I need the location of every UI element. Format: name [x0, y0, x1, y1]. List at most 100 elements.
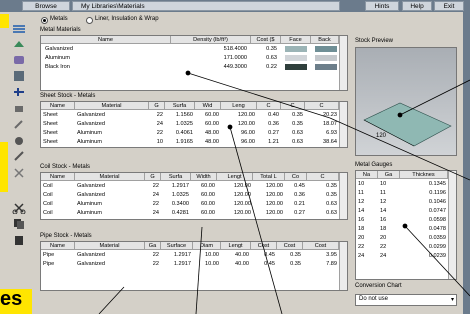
metal-gauges-table: Na Ga Thicknes 10 10 0.1345 11 11 0.1196 12 12 0.10… — [355, 170, 457, 280]
col-density[interactable]: Density (lb/ft³) — [171, 36, 251, 44]
column-header[interactable]: C — [305, 102, 339, 110]
column-header[interactable]: C — [281, 102, 305, 110]
column-header[interactable]: Surfa — [161, 173, 191, 181]
table-row[interactable]: 10 10 0.1345 — [356, 180, 456, 188]
link-icon[interactable] — [12, 86, 26, 98]
column-header[interactable]: Diam — [193, 242, 221, 250]
table-row[interactable]: 20 20 0.0359 — [356, 234, 456, 242]
face-swatch[interactable] — [285, 64, 307, 70]
column-header[interactable]: Ga — [378, 171, 400, 179]
table-row[interactable]: 18 18 0.0478 — [356, 225, 456, 233]
table-row[interactable]: Pipe Galvanized 22 1.2917 10.00 40.00 0.45 0.35… — [41, 260, 347, 268]
tool-column — [9, 18, 31, 245]
table-cell: 0.63 — [292, 139, 303, 145]
table-row[interactable]: Coil Aluminum 24 0.4281 60.00 120.00 120.00 0.2… — [41, 209, 347, 217]
sheet-stock-title: Sheet Stock - Metals — [40, 93, 96, 99]
face-swatch[interactable] — [285, 55, 307, 61]
table-row[interactable]: Coil Galvanized 24 1.0325 60.00 120.00 120.00 0… — [41, 191, 347, 199]
help-button[interactable]: Help — [402, 1, 432, 11]
back-swatch[interactable] — [315, 46, 337, 52]
table-row[interactable]: Sheet Galvanized 24 1.0325 60.00 120.00 0.36 0.… — [41, 120, 347, 128]
col-back[interactable]: Back — [311, 36, 339, 44]
table-row[interactable]: 22 22 0.0299 — [356, 243, 456, 251]
pen-icon[interactable] — [12, 150, 26, 162]
hints-button[interactable]: Hints — [365, 1, 399, 11]
column-header[interactable]: Wid — [195, 102, 221, 110]
column-header[interactable]: Ga — [145, 242, 161, 250]
column-header[interactable]: C — [257, 102, 281, 110]
table-cell: Pipe — [43, 252, 55, 258]
fitting-icon[interactable] — [12, 54, 26, 66]
liner-radio[interactable] — [86, 17, 93, 24]
column-header[interactable]: Width — [191, 173, 217, 181]
table-row[interactable]: Coil Galvanized 22 1.2917 60.00 120.00 120.00 0… — [41, 182, 347, 190]
metals-radio[interactable] — [41, 17, 48, 24]
table-row[interactable]: Pipe Galvanized 22 1.2917 10.00 40.00 0.45 0.35… — [41, 251, 347, 259]
col-cost[interactable]: Cost ($ — [251, 36, 281, 44]
hand-icon[interactable] — [12, 102, 26, 114]
table-row[interactable]: Black Iron 449.3000 0.22 — [41, 63, 347, 71]
column-header[interactable]: Name — [41, 173, 75, 181]
table-row[interactable]: Sheet Aluminum 10 1.9165 48.00 96.00 1.21 0.63 3… — [41, 138, 347, 146]
table-cell: 20.23 — [323, 112, 337, 118]
copy-icon[interactable] — [12, 218, 26, 230]
column-header[interactable]: Thicknes — [400, 171, 448, 179]
scissors-icon[interactable] — [12, 202, 26, 214]
column-header[interactable]: G — [149, 102, 165, 110]
table-cell: 10.00 — [205, 252, 219, 258]
column-header[interactable]: Na — [356, 171, 378, 179]
col-face[interactable]: Face — [281, 36, 311, 44]
column-header[interactable]: G — [145, 173, 161, 181]
table-cell: 24 — [156, 121, 163, 127]
column-header[interactable]: Material — [75, 173, 145, 181]
column-header[interactable]: C — [307, 173, 339, 181]
stack-icon[interactable] — [12, 22, 26, 34]
conversion-select[interactable]: Do not use ▾ — [355, 294, 457, 306]
column-header[interactable]: Lengt — [217, 173, 253, 181]
back-swatch[interactable] — [315, 55, 337, 61]
table-row[interactable]: 24 24 0.0239 — [356, 252, 456, 260]
column-header[interactable]: Co — [285, 173, 307, 181]
column-header[interactable]: Material — [75, 242, 145, 250]
table-cell: Coil — [43, 183, 53, 189]
scrollbar[interactable] — [339, 36, 347, 90]
column-header[interactable]: Cost — [251, 242, 277, 250]
face-swatch[interactable] — [285, 46, 307, 52]
column-header[interactable]: Lengt — [221, 242, 251, 250]
column-header[interactable]: Material — [75, 102, 149, 110]
column-header[interactable]: Surface — [161, 242, 193, 250]
table-row[interactable]: Galvanized 518.4000 0.35 — [41, 45, 347, 53]
column-header[interactable]: Cost — [303, 242, 339, 250]
table-row[interactable]: 14 14 0.0747 — [356, 207, 456, 215]
table-row[interactable]: Sheet Aluminum 22 0.4061 48.00 96.00 0.27 0.63 6… — [41, 129, 347, 137]
column-header[interactable]: Total L — [253, 173, 285, 181]
exit-button[interactable]: Exit — [434, 1, 464, 11]
browse-button[interactable]: Browse — [22, 1, 70, 11]
table-row[interactable]: 11 11 0.1196 — [356, 189, 456, 197]
table-cell: 0.1046 — [428, 199, 446, 205]
column-header[interactable]: Cost — [277, 242, 303, 250]
paste-icon[interactable] — [12, 234, 26, 246]
table-row[interactable]: 16 16 0.0598 — [356, 216, 456, 224]
brush-icon[interactable] — [12, 118, 26, 130]
table-row[interactable]: Sheet Galvanized 22 1.1560 60.00 120.00 0.40 0.… — [41, 111, 347, 119]
table-header: Name Material G Surfa Width Lengt Total L Co C — [41, 173, 347, 181]
col-name[interactable]: Name — [41, 36, 171, 44]
table-cell: 3.95 — [326, 252, 337, 258]
table-cell: 22 — [156, 130, 163, 136]
column-header[interactable]: Name — [41, 242, 75, 250]
duct-icon[interactable] — [12, 38, 26, 50]
library-path[interactable]: My Libraries\Materials — [72, 1, 340, 11]
back-swatch[interactable] — [315, 64, 337, 70]
column-header[interactable]: Surfa — [165, 102, 195, 110]
cross-icon[interactable] — [12, 166, 26, 178]
column-header[interactable]: Name — [41, 102, 75, 110]
box-icon[interactable] — [12, 70, 26, 82]
table-cell: 22 — [380, 244, 387, 250]
column-header[interactable]: Leng — [221, 102, 257, 110]
drop-icon[interactable] — [12, 134, 26, 146]
table-row[interactable]: 12 12 0.1046 — [356, 198, 456, 206]
chevron-down-icon: ▾ — [450, 297, 454, 303]
table-row[interactable]: Aluminum 171.0000 0.63 — [41, 54, 347, 62]
table-row[interactable]: Coil Aluminum 22 0.3400 60.00 120.00 120.00 0.2… — [41, 200, 347, 208]
